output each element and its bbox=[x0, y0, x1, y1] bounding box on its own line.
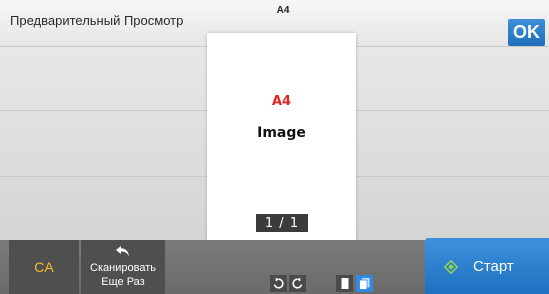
rotate-right-icon bbox=[292, 277, 303, 289]
single-page-icon bbox=[341, 278, 348, 289]
rescan-button[interactable]: Сканировать Еще Раз bbox=[81, 240, 165, 294]
start-icon bbox=[444, 260, 458, 274]
single-page-view-button[interactable] bbox=[336, 275, 353, 292]
start-button[interactable]: Старт bbox=[425, 238, 549, 294]
ok-button[interactable]: OK bbox=[508, 19, 545, 46]
rotate-right-button[interactable] bbox=[289, 275, 306, 292]
rotate-left-button[interactable] bbox=[270, 275, 287, 292]
page-title: Предварительный Просмотр bbox=[10, 13, 184, 28]
start-label: Старт bbox=[473, 258, 514, 275]
preview-screen: Предварительный Просмотр A4 OK A4 Image … bbox=[0, 0, 549, 294]
ca-button[interactable]: CA bbox=[9, 240, 79, 294]
rescan-label-line2: Еще Раз bbox=[101, 276, 145, 288]
rotate-left-icon bbox=[273, 277, 284, 289]
multi-page-icon bbox=[359, 278, 370, 290]
preview-content-text: Image bbox=[257, 125, 306, 141]
multi-page-view-button[interactable] bbox=[356, 275, 373, 292]
bottom-toolbar: CA Сканировать Еще Раз Старт bbox=[0, 238, 549, 294]
undo-icon bbox=[116, 246, 129, 257]
rescan-label: Сканировать Еще Раз bbox=[81, 261, 165, 289]
preview-page[interactable]: A4 Image 1 / 1 bbox=[207, 33, 356, 242]
paper-size-label: A4 bbox=[276, 5, 290, 16]
rescan-label-line1: Сканировать bbox=[90, 262, 156, 274]
preview-size-text: A4 bbox=[271, 94, 292, 109]
page-counter: 1 / 1 bbox=[256, 214, 308, 232]
